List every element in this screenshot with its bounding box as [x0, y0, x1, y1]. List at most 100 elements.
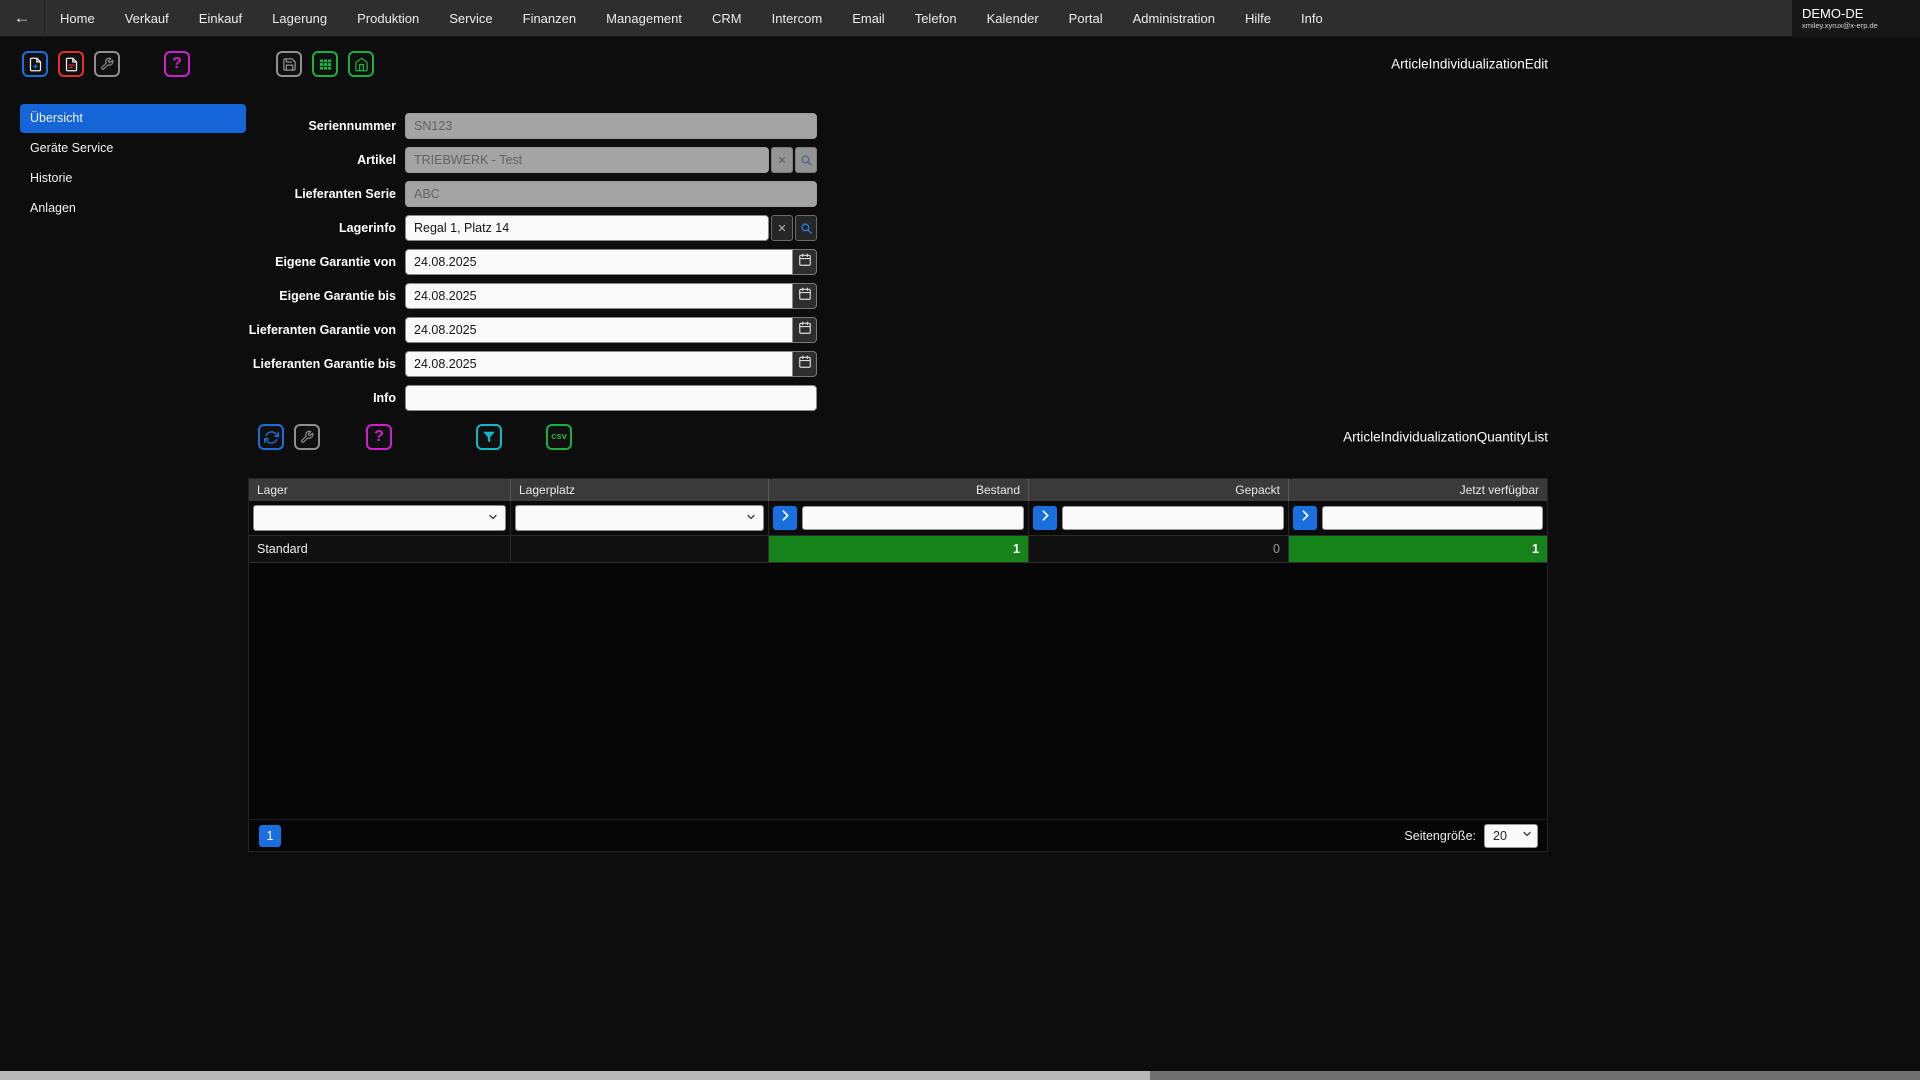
article-individualization-form: Seriennummer Artikel ✕ Lieferanten Serie…: [248, 113, 819, 419]
sidebar-item-geraete-service[interactable]: Geräte Service: [20, 134, 246, 163]
horizontal-scrollbar-thumb[interactable]: [0, 1071, 1150, 1080]
home-icon: [354, 57, 369, 72]
column-header-lager[interactable]: Lager: [249, 479, 511, 501]
column-header-lagerplatz[interactable]: Lagerplatz: [511, 479, 769, 501]
sidebar-item-historie[interactable]: Historie: [20, 164, 246, 193]
horizontal-scrollbar[interactable]: [0, 1071, 1920, 1080]
eigene-garantie-von-input[interactable]: [405, 249, 793, 275]
lagerinfo-label: Lagerinfo: [248, 221, 396, 235]
form-row-lieferanten-serie: Lieferanten Serie: [248, 181, 819, 207]
nav-item-kalender[interactable]: Kalender: [972, 0, 1054, 36]
chevron-right-icon: [779, 509, 792, 527]
lieferanten-serie-input: [405, 181, 817, 207]
top-menubar: ← Home Verkauf Einkauf Lagerung Produkti…: [0, 0, 1920, 37]
sidebar-item-uebersicht[interactable]: Übersicht: [20, 104, 246, 133]
nav-item-hilfe[interactable]: Hilfe: [1230, 0, 1286, 36]
csv-export-button[interactable]: csv: [546, 424, 572, 450]
lieferanten-garantie-von-label: Lieferanten Garantie von: [248, 323, 396, 337]
magnifier-icon: [800, 222, 813, 235]
nav-item-info[interactable]: Info: [1286, 0, 1338, 36]
refresh-icon: [264, 430, 279, 445]
nav-item-email[interactable]: Email: [837, 0, 900, 36]
lieferanten-garantie-von-calendar-button[interactable]: [793, 317, 817, 343]
eigene-garantie-von-calendar-button[interactable]: [793, 249, 817, 275]
csv-icon: csv: [551, 432, 567, 442]
artikel-label: Artikel: [248, 153, 396, 167]
clear-icon: ✕: [777, 154, 786, 167]
gepackt-filter-input[interactable]: [1062, 506, 1284, 530]
column-header-bestand[interactable]: Bestand: [769, 479, 1029, 501]
nav-item-intercom[interactable]: Intercom: [757, 0, 838, 36]
bestand-filter-apply-button[interactable]: [773, 506, 797, 530]
question-mark-icon: ?: [172, 56, 182, 72]
filter-button[interactable]: [476, 424, 502, 450]
home-button[interactable]: [348, 51, 374, 77]
eigene-garantie-bis-calendar-button[interactable]: [793, 283, 817, 309]
info-label: Info: [248, 391, 396, 405]
lagerinfo-input[interactable]: [405, 215, 769, 241]
nav-item-portal[interactable]: Portal: [1054, 0, 1118, 36]
nav-item-crm[interactable]: CRM: [697, 0, 757, 36]
help-button[interactable]: ?: [164, 51, 190, 77]
page-size-value: 20: [1493, 829, 1507, 843]
new-record-button[interactable]: [22, 51, 48, 77]
table-header-row: Lager Lagerplatz Bestand Gepackt Jetzt v…: [249, 479, 1547, 501]
jetzt-verfuegbar-filter-input[interactable]: [1322, 506, 1543, 530]
table-filter-row: [249, 501, 1547, 536]
column-header-jetzt-verfuegbar[interactable]: Jetzt verfügbar: [1289, 479, 1547, 501]
nav-item-service[interactable]: Service: [434, 0, 507, 36]
nav-item-einkauf[interactable]: Einkauf: [184, 0, 257, 36]
cell-lager: Standard: [249, 536, 511, 563]
calendar-icon: [798, 253, 812, 272]
pdf-export-button[interactable]: [58, 51, 84, 77]
cell-lagerplatz: [511, 536, 769, 563]
chevron-right-icon: [1039, 509, 1052, 527]
artikel-input: [405, 147, 769, 173]
magnifier-icon: [800, 154, 813, 167]
nav-item-home[interactable]: Home: [45, 0, 110, 36]
quantity-list-panel: Lager Lagerplatz Bestand Gepackt Jetzt v…: [248, 478, 1548, 852]
info-input[interactable]: [405, 385, 817, 411]
settings-wrench-button[interactable]: [94, 51, 120, 77]
nav-item-finanzen[interactable]: Finanzen: [508, 0, 591, 36]
lagerinfo-clear-button[interactable]: ✕: [771, 215, 793, 241]
back-button[interactable]: ←: [0, 0, 45, 36]
lieferanten-garantie-bis-calendar-button[interactable]: [793, 351, 817, 377]
lagerplatz-filter-select[interactable]: [515, 505, 764, 531]
table-row[interactable]: Standard 1 0 1: [249, 536, 1547, 563]
jetzt-verfuegbar-filter-apply-button[interactable]: [1293, 506, 1317, 530]
seriennummer-label: Seriennummer: [248, 119, 396, 133]
page-1-button[interactable]: 1: [259, 825, 281, 847]
eigene-garantie-bis-input[interactable]: [405, 283, 793, 309]
artikel-search-button: [795, 147, 817, 173]
nav-item-produktion[interactable]: Produktion: [342, 0, 434, 36]
chevron-down-icon: [487, 511, 499, 526]
grid-view-button[interactable]: [312, 51, 338, 77]
gepackt-filter-apply-button[interactable]: [1033, 506, 1057, 530]
lagerinfo-search-button[interactable]: [795, 215, 817, 241]
lager-filter-select[interactable]: [253, 505, 506, 531]
quantity-list-toolbar: ? csv ArticleIndividualizationQuantityLi…: [248, 422, 1548, 452]
cell-bestand: 1: [769, 536, 1029, 563]
list-help-button[interactable]: ?: [366, 424, 392, 450]
sidebar-item-anlagen[interactable]: Anlagen: [20, 194, 246, 223]
nav-item-telefon[interactable]: Telefon: [900, 0, 972, 36]
account-box[interactable]: DEMO-DE xmiley.xyrux@x-erp.de: [1792, 0, 1920, 36]
calendar-icon: [798, 287, 812, 306]
nav-item-management[interactable]: Management: [591, 0, 697, 36]
lieferanten-garantie-von-input[interactable]: [405, 317, 793, 343]
bestand-filter-input[interactable]: [802, 506, 1024, 530]
lieferanten-garantie-bis-input[interactable]: [405, 351, 793, 377]
nav-item-verkauf[interactable]: Verkauf: [110, 0, 184, 36]
page-size-select[interactable]: 20: [1484, 824, 1538, 848]
chevron-down-icon: [1521, 828, 1533, 843]
list-settings-wrench-button[interactable]: [294, 424, 320, 450]
form-row-lieferanten-garantie-von: Lieferanten Garantie von: [248, 317, 819, 343]
refresh-button[interactable]: [258, 424, 284, 450]
form-row-eigene-garantie-von: Eigene Garantie von: [248, 249, 819, 275]
column-header-gepackt[interactable]: Gepackt: [1029, 479, 1289, 501]
save-button[interactable]: [276, 51, 302, 77]
artikel-clear-button: ✕: [771, 147, 793, 173]
nav-item-administration[interactable]: Administration: [1118, 0, 1230, 36]
nav-item-lagerung[interactable]: Lagerung: [257, 0, 342, 36]
